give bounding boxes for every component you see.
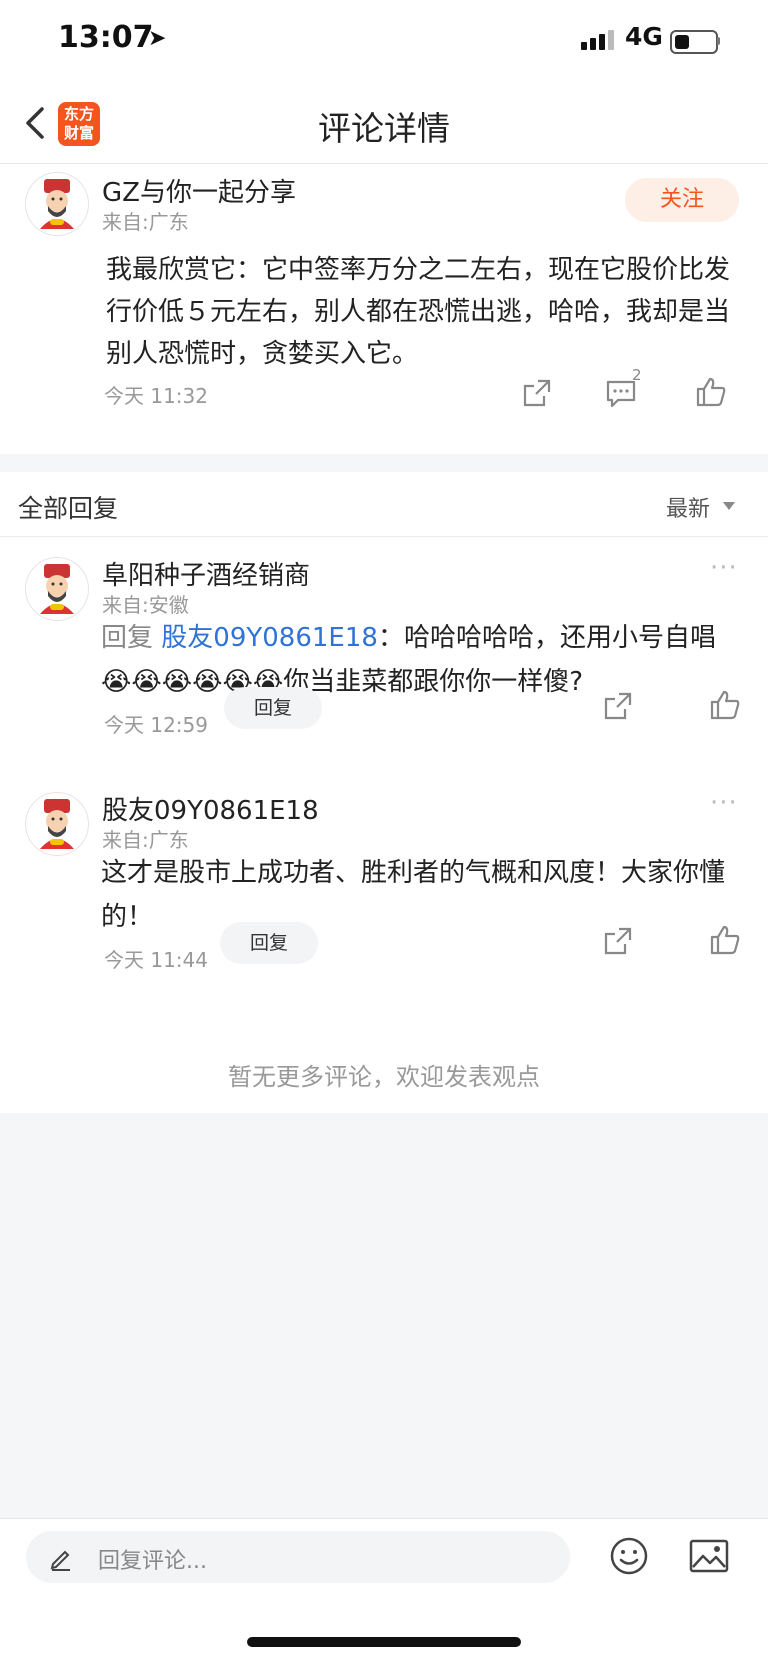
share-button[interactable] <box>520 376 554 410</box>
home-indicator[interactable] <box>247 1637 521 1647</box>
like-button[interactable] <box>708 923 742 957</box>
main-comment: GZ与你一起分享 来自:广东 关注 我最欣赏它：它中签率万分之二左右，现在它股价… <box>0 164 768 454</box>
more-options-icon[interactable]: ··· <box>710 788 738 818</box>
share-button[interactable] <box>601 924 635 958</box>
page-title: 评论详情 <box>318 109 450 148</box>
replies-header-label: 全部回复 <box>18 494 119 523</box>
list-item: 阜阳种子酒经销商 来自:安徽 ··· 回复 股友09Y0861E18：哈哈哈哈哈… <box>0 537 768 782</box>
thumbs-up-icon <box>710 925 740 955</box>
reply-author[interactable]: 阜阳种子酒经销商 <box>102 555 310 592</box>
reply-location: 来自:安徽 <box>102 593 189 617</box>
like-button[interactable] <box>708 688 742 722</box>
comment-location: 来自:广东 <box>102 210 189 234</box>
reply-time: 今天 11:44 <box>104 948 208 972</box>
fortune-god-avatar-icon <box>40 564 74 614</box>
nav-bar: 东方财富 评论详情 <box>0 88 768 164</box>
signal-icon <box>581 30 617 50</box>
fortune-god-avatar-icon <box>40 179 74 229</box>
avatar[interactable] <box>25 557 89 621</box>
like-button[interactable] <box>694 375 728 409</box>
share-icon <box>604 692 632 720</box>
reply-text: 这才是股市上成功者、胜利者的气概和风度！大家你懂的！ <box>101 858 726 932</box>
no-more-comments-note: 暂无更多评论，欢迎发表观点 <box>228 1063 540 1091</box>
battery-icon <box>670 30 718 54</box>
bottom-bar: 回复评论... <box>0 1518 768 1663</box>
mention-link[interactable]: 股友09Y0861E18 <box>161 623 378 653</box>
reply-prefix: 回复 <box>101 623 154 653</box>
list-item: 股友09Y0861E18 来自:广东 ··· 这才是股市上成功者、胜利者的气概和… <box>0 772 768 1017</box>
reply-button[interactable]: 回复 <box>220 922 318 964</box>
share-icon <box>523 379 551 407</box>
comment-count-badge: 2 <box>632 366 642 384</box>
replies-header: 全部回复 最新 <box>0 472 768 537</box>
more-options-icon[interactable]: ··· <box>710 553 738 583</box>
thumbs-up-icon <box>696 377 726 407</box>
status-time: 13:07 <box>58 20 154 55</box>
reply-author[interactable]: 股友09Y0861E18 <box>102 790 319 827</box>
share-button[interactable] <box>601 689 635 723</box>
sort-dropdown[interactable]: 最新 <box>666 491 710 523</box>
comment-author[interactable]: GZ与你一起分享 <box>102 172 296 209</box>
avatar[interactable] <box>25 172 89 236</box>
reply-input[interactable]: 回复评论... <box>26 1531 570 1583</box>
smiley-icon <box>610 1537 648 1575</box>
avatar[interactable] <box>25 792 89 856</box>
reply-time: 今天 12:59 <box>104 713 208 737</box>
image-icon <box>689 1539 729 1573</box>
caret-down-icon[interactable] <box>723 502 735 510</box>
pencil-icon <box>50 1550 70 1571</box>
replies-list: 阜阳种子酒经销商 来自:安徽 ··· 回复 股友09Y0861E18：哈哈哈哈哈… <box>0 537 768 1113</box>
reply-button[interactable]: 回复 <box>224 687 322 729</box>
share-icon <box>604 927 632 955</box>
emoji-button[interactable] <box>608 1535 650 1577</box>
reply-location: 来自:广东 <box>102 828 189 852</box>
network-type: 4G <box>625 22 663 51</box>
image-button[interactable] <box>688 1537 730 1575</box>
fortune-god-avatar-icon <box>40 799 74 849</box>
battery-cap <box>717 37 720 45</box>
reply-text: 回复 股友09Y0861E18：哈哈哈哈哈，还用小号自唱😭😭😭😭😭😭你当韭菜都跟… <box>101 616 741 704</box>
location-arrow-icon: ➤ <box>148 26 167 51</box>
comment-text: 我最欣赏它：它中签率万分之二左右，现在它股价比发行价低５元左右，别人都在恐慌出逃… <box>106 255 731 369</box>
thumbs-up-icon <box>710 690 740 720</box>
reply-input-placeholder: 回复评论... <box>98 1549 207 1574</box>
comment-time: 今天 11:32 <box>104 384 208 408</box>
follow-button[interactable]: 关注 <box>625 178 739 222</box>
status-bar: 13:07 ➤ 4G <box>0 0 768 88</box>
reply-colon: ： <box>377 623 404 653</box>
